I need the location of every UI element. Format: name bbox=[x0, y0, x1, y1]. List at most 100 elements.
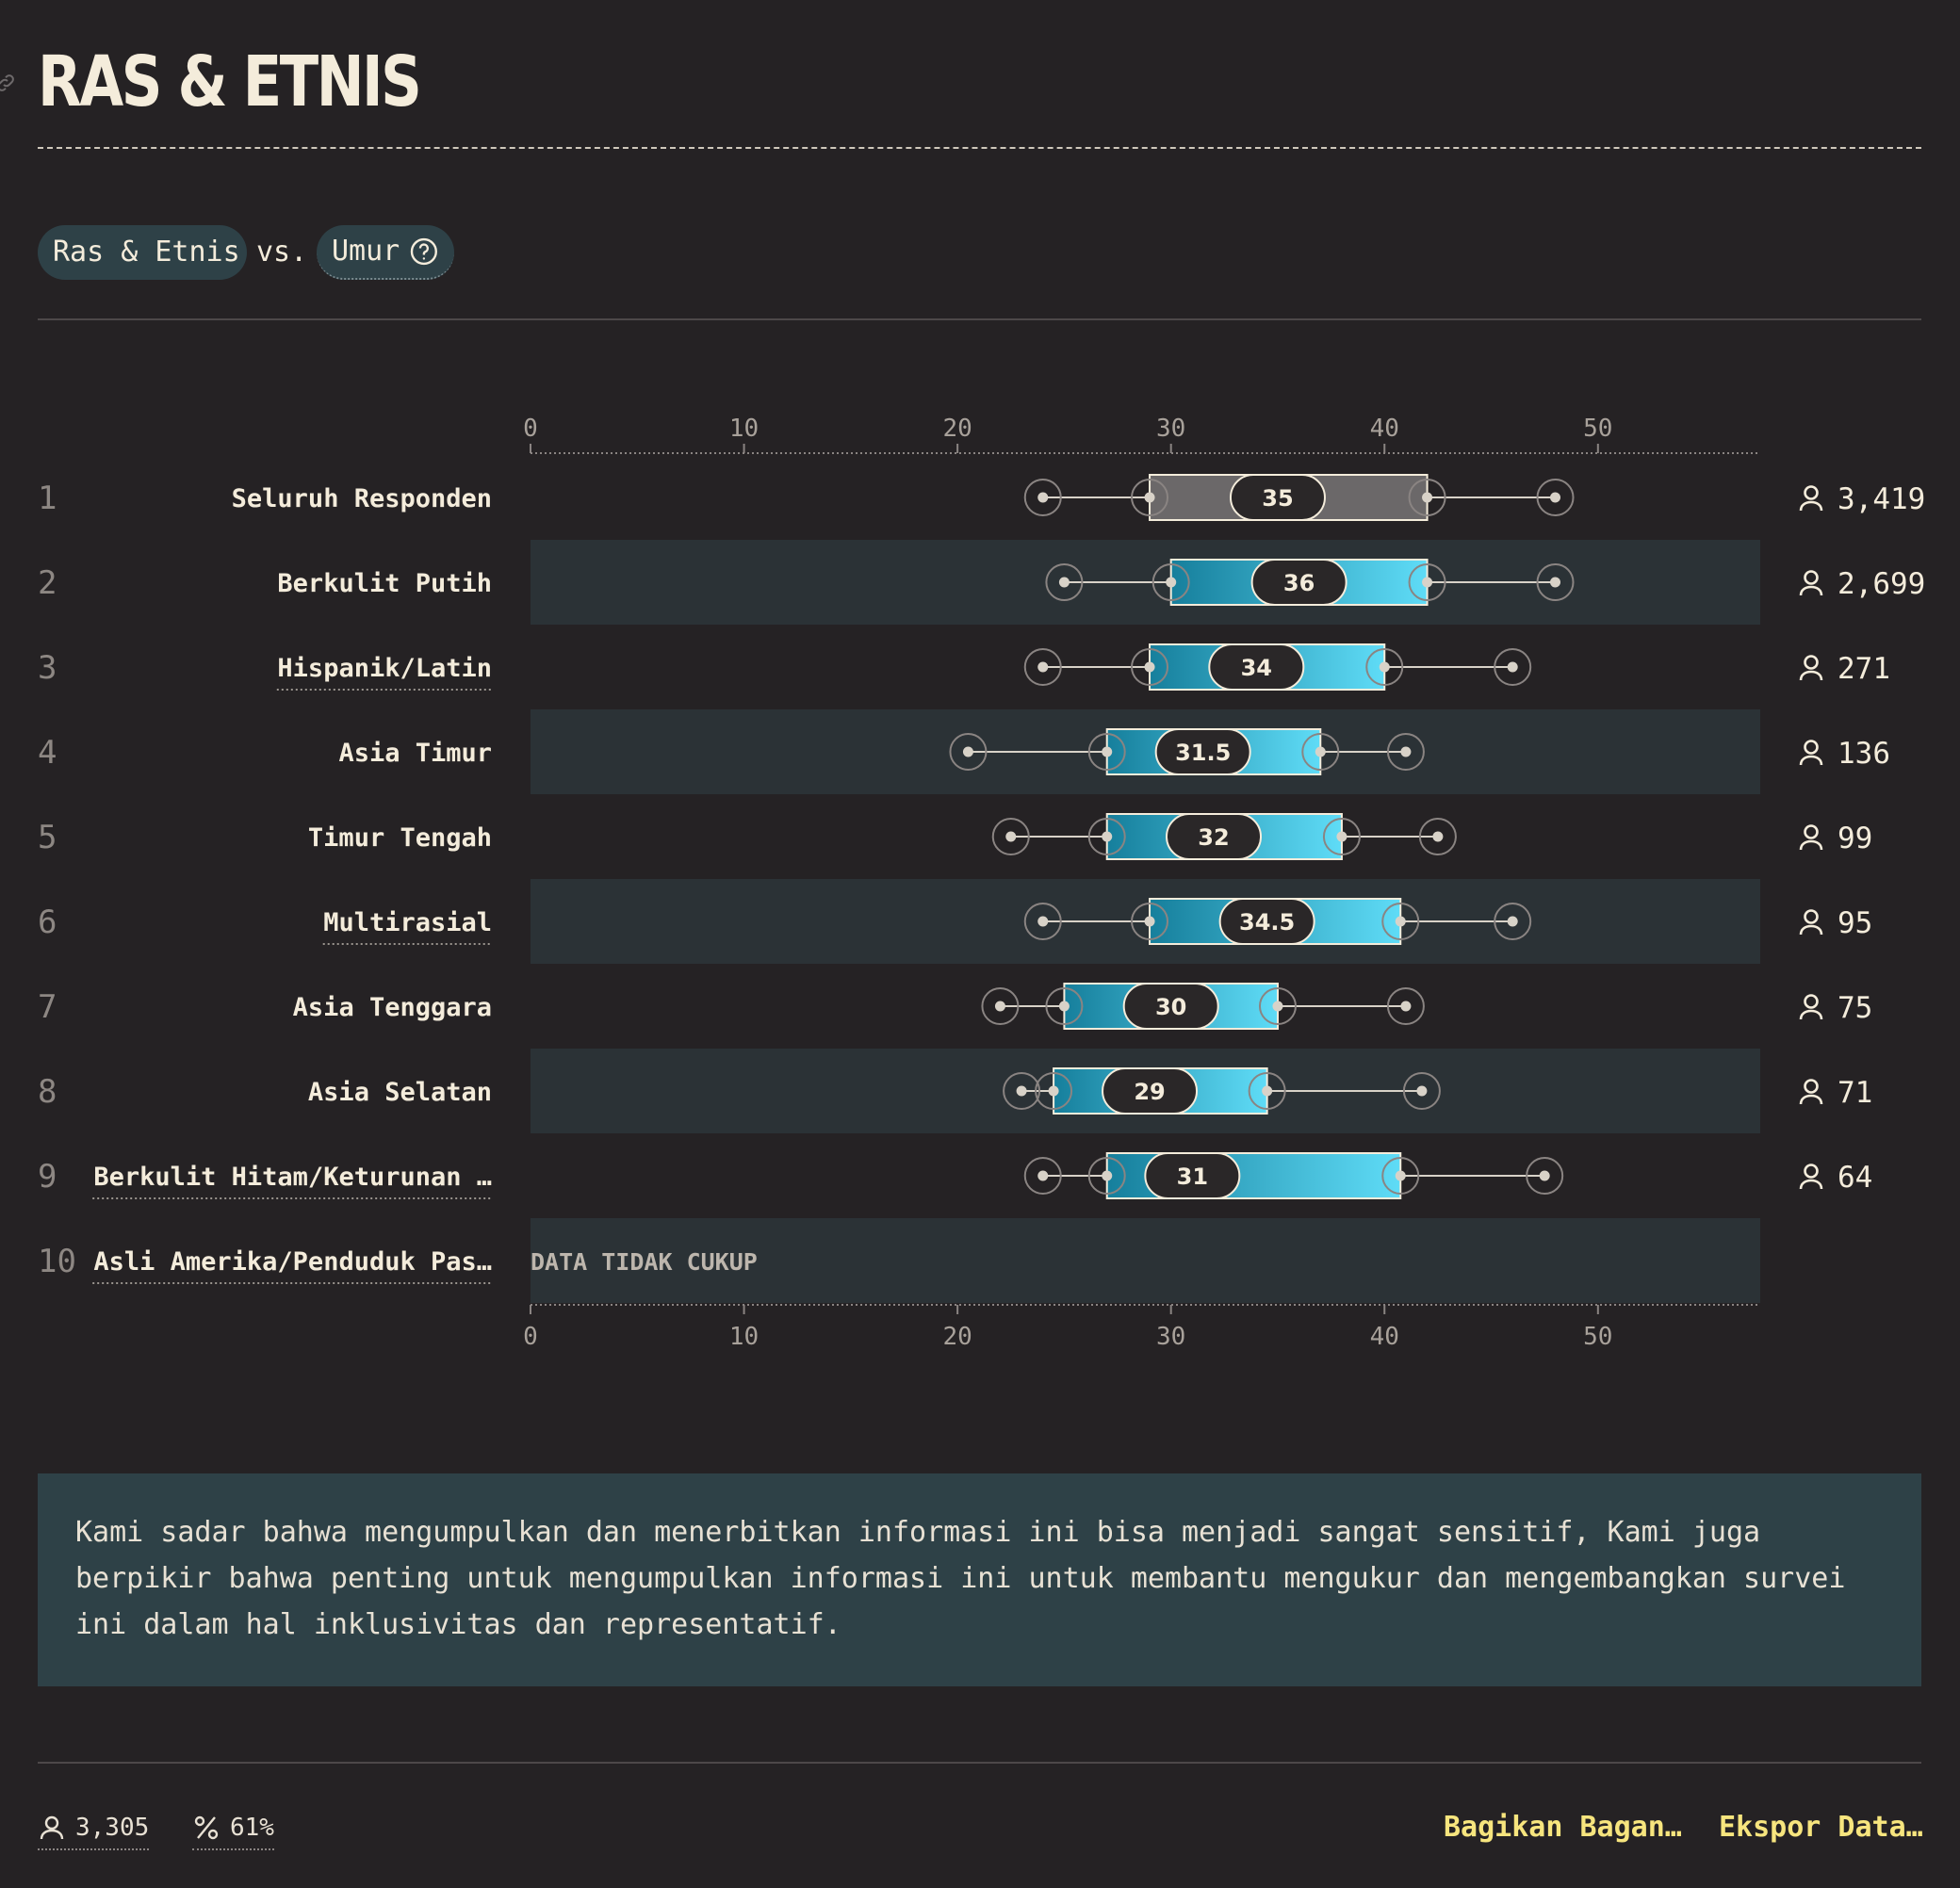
marker-dot-q1 bbox=[1144, 916, 1155, 927]
person-icon bbox=[1799, 740, 1823, 766]
x-tick-label-bottom: 40 bbox=[1370, 1323, 1399, 1351]
row-count: 64 bbox=[1838, 1161, 1872, 1195]
row-label: Hispanik/Latin bbox=[277, 654, 492, 683]
row-rank: 10 bbox=[38, 1243, 76, 1280]
share-chart-button[interactable]: Bagikan Bagan… bbox=[1444, 1807, 1682, 1848]
percent-value: 61% bbox=[230, 1814, 274, 1842]
row-label: Seluruh Responden bbox=[232, 484, 492, 513]
x-tick-label-bottom: 20 bbox=[942, 1323, 972, 1351]
variable-pill-race[interactable]: Ras & Etnis bbox=[38, 225, 247, 280]
person-icon bbox=[1799, 994, 1823, 1020]
marker-dot-p10 bbox=[962, 746, 973, 757]
marker-dot-q3 bbox=[1422, 492, 1433, 503]
marker-dot-q3 bbox=[1272, 1001, 1283, 1012]
marker-dot-p10 bbox=[1058, 577, 1070, 588]
row-count: 271 bbox=[1838, 652, 1890, 686]
marker-dot-p90 bbox=[1416, 1085, 1428, 1097]
person-icon bbox=[1799, 655, 1823, 681]
marker-dot-p10 bbox=[994, 1001, 1005, 1012]
marker-dot-p90 bbox=[1550, 577, 1560, 588]
marker-dot-q1 bbox=[1144, 492, 1155, 503]
row-label: Asia Timur bbox=[338, 739, 492, 768]
row-rank: 4 bbox=[38, 734, 57, 772]
disclaimer-note: Kami sadar bahwa mengumpulkan dan menerb… bbox=[38, 1473, 1921, 1686]
row-count: 95 bbox=[1838, 906, 1872, 940]
row-count: 75 bbox=[1838, 991, 1872, 1025]
marker-dot-p90 bbox=[1432, 831, 1444, 842]
median-label: 35 bbox=[1262, 485, 1293, 512]
marker-dot-p90 bbox=[1507, 916, 1518, 927]
marker-dot-q1 bbox=[1144, 661, 1155, 673]
row-label: Asia Selatan bbox=[308, 1078, 492, 1107]
vs-label: vs. bbox=[256, 236, 308, 269]
x-tick-label-top: 20 bbox=[942, 415, 972, 443]
marker-dot-q1 bbox=[1102, 1170, 1113, 1181]
marker-dot-p90 bbox=[1507, 661, 1518, 673]
x-tick-label-bottom: 10 bbox=[729, 1323, 759, 1351]
median-label: 30 bbox=[1155, 994, 1186, 1020]
help-icon[interactable] bbox=[409, 236, 439, 267]
insufficient-data-label: DATA TIDAK CUKUP bbox=[531, 1248, 758, 1276]
x-tick-label-top: 10 bbox=[729, 415, 759, 443]
marker-dot-p90 bbox=[1400, 746, 1412, 757]
link-icon[interactable] bbox=[0, 72, 17, 94]
percent-stat[interactable]: 61% bbox=[192, 1807, 274, 1850]
x-tick-label-top: 40 bbox=[1370, 415, 1399, 443]
row-count: 2,699 bbox=[1838, 567, 1925, 601]
footer-divider bbox=[38, 1762, 1921, 1764]
marker-dot-p90 bbox=[1539, 1170, 1550, 1181]
variable-pill-age[interactable]: Umur bbox=[317, 225, 454, 280]
median-label: 34.5 bbox=[1239, 909, 1295, 936]
title-divider bbox=[38, 147, 1921, 149]
person-icon bbox=[1799, 1079, 1823, 1105]
variable-pill-age-label: Umur bbox=[332, 235, 400, 268]
marker-dot-q3 bbox=[1336, 831, 1348, 842]
marker-dot-p10 bbox=[1037, 1170, 1049, 1181]
row-rank: 5 bbox=[38, 819, 57, 856]
row-count: 136 bbox=[1838, 737, 1890, 771]
marker-dot-p90 bbox=[1550, 492, 1560, 503]
person-icon bbox=[1799, 570, 1823, 596]
row-label: Timur Tengah bbox=[308, 823, 492, 853]
row-rank: 8 bbox=[38, 1073, 57, 1111]
marker-dot-q3 bbox=[1262, 1085, 1273, 1097]
median-label: 36 bbox=[1283, 570, 1315, 596]
marker-dot-q1 bbox=[1048, 1085, 1059, 1097]
section-divider bbox=[38, 318, 1921, 320]
row-rank: 9 bbox=[38, 1158, 57, 1196]
row-rank: 2 bbox=[38, 564, 57, 602]
marker-dot-q3 bbox=[1395, 916, 1406, 927]
median-label: 31 bbox=[1177, 1164, 1208, 1190]
person-icon bbox=[40, 1815, 64, 1840]
marker-dot-q1 bbox=[1102, 746, 1113, 757]
median-label: 29 bbox=[1134, 1079, 1165, 1105]
marker-dot-q3 bbox=[1395, 1170, 1406, 1181]
row-label: Berkulit Putih bbox=[277, 569, 492, 598]
x-tick-label-top: 30 bbox=[1156, 415, 1185, 443]
marker-dot-p10 bbox=[1005, 831, 1017, 842]
median-label: 34 bbox=[1241, 655, 1272, 681]
person-icon bbox=[1799, 485, 1823, 512]
person-icon bbox=[1799, 909, 1823, 936]
row-label: Asli Amerika/Penduduk Pas… bbox=[93, 1247, 492, 1277]
marker-dot-p10 bbox=[1037, 916, 1049, 927]
median-label: 32 bbox=[1198, 824, 1229, 851]
export-data-button[interactable]: Ekspor Data… bbox=[1719, 1807, 1923, 1848]
respondents-stat[interactable]: 3,305 bbox=[38, 1807, 150, 1850]
median-label: 31.5 bbox=[1175, 740, 1231, 766]
marker-dot-q3 bbox=[1422, 577, 1433, 588]
percent-icon bbox=[194, 1815, 219, 1840]
row-rank: 1 bbox=[38, 480, 57, 517]
row-rank: 3 bbox=[38, 649, 57, 687]
row-label: Multirasial bbox=[323, 908, 492, 937]
marker-dot-p90 bbox=[1400, 1001, 1412, 1012]
marker-dot-q1 bbox=[1102, 831, 1113, 842]
row-label: Berkulit Hitam/Keturunan … bbox=[93, 1163, 492, 1192]
x-tick-label-top: 50 bbox=[1583, 415, 1612, 443]
row-rank: 6 bbox=[38, 903, 57, 941]
marker-dot-p10 bbox=[1016, 1085, 1027, 1097]
person-icon bbox=[1799, 1164, 1823, 1190]
person-icon bbox=[1799, 824, 1823, 851]
marker-dot-p10 bbox=[1037, 492, 1049, 503]
x-tick-label-bottom: 30 bbox=[1156, 1323, 1185, 1351]
